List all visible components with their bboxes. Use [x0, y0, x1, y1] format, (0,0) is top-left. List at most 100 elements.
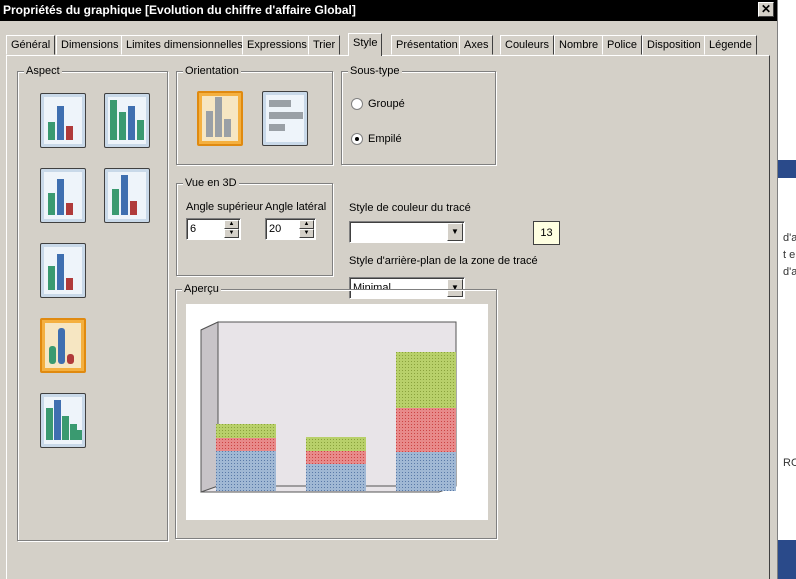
spin-down-icon[interactable]: ▼ [299, 229, 314, 238]
top-angle-spinner[interactable]: 6 ▲ ▼ [186, 218, 241, 240]
tab-label: Police [607, 39, 637, 51]
bar-icon-part [128, 106, 135, 140]
side-angle-value: 20 [269, 223, 282, 235]
bar-icon-part [206, 111, 213, 137]
subtype-group: Sous-type Groupé Empilé [341, 64, 496, 165]
view-3d-label: Vue en 3D [183, 176, 239, 190]
bar-segment [306, 451, 366, 464]
tab-colors[interactable]: Couleurs [500, 35, 555, 55]
grouped-radio[interactable] [351, 98, 363, 110]
tab-font[interactable]: Police [602, 35, 642, 55]
tab-label: Couleurs [505, 39, 550, 51]
chart-properties-dialog: Général Dimensions Limites dimensionnell… [0, 21, 777, 579]
bar-flat-alt-icon[interactable] [40, 168, 86, 223]
close-button[interactable]: ✕ [758, 2, 774, 17]
bar-icon-part [62, 416, 69, 440]
plot-color-style-label: Style de couleur du tracé [349, 202, 471, 214]
spin-up-icon[interactable]: ▲ [299, 220, 314, 229]
tab-label: Limites dimensionnelles [126, 39, 243, 51]
horizontal-bars-icon[interactable] [262, 91, 308, 146]
orientation-label: Orientation [183, 64, 241, 78]
tab-label: Légende [709, 39, 752, 51]
bar-icon-part [215, 97, 222, 137]
bar-3d-cluster-icon[interactable] [104, 93, 150, 148]
bar-icon-part [110, 100, 117, 140]
bar-icon-part [48, 122, 55, 140]
aspect-label: Aspect [24, 64, 62, 78]
tab-layout[interactable]: Disposition [642, 35, 706, 55]
tab-dimensions[interactable]: Dimensions [56, 35, 124, 55]
background-text: d'a [783, 266, 796, 278]
icon-frame [44, 247, 82, 294]
size-badge: 13 [533, 221, 560, 245]
background-text: d'a [783, 232, 796, 244]
icon-frame [108, 172, 146, 219]
tab-style[interactable]: Style [348, 33, 383, 56]
icon-frame [44, 172, 82, 219]
tab-label: Disposition [647, 39, 701, 51]
tab-label: Expressions [247, 39, 307, 51]
bar-flat-icon[interactable] [40, 93, 86, 148]
preview-label: Aperçu [182, 282, 221, 296]
side-angle-spinner[interactable]: 20 ▲ ▼ [265, 218, 316, 240]
bar-icon-part [58, 328, 65, 364]
bar-icon-part [66, 203, 73, 215]
view-3d-group: Vue en 3D Angle supérieur Angle latéral … [176, 176, 333, 276]
tab-label: Dimensions [61, 39, 119, 51]
icon-frame [45, 323, 81, 368]
bar-icon-part [57, 254, 64, 290]
tab-label: Général [11, 39, 51, 51]
spin-up-icon[interactable]: ▲ [224, 220, 239, 229]
window-title: Propriétés du graphique [Evolution du ch… [3, 3, 356, 17]
bar-icon-part [57, 179, 64, 215]
tab-dimension-limits[interactable]: Limites dimensionnelles [121, 35, 248, 55]
bar-segment [216, 424, 276, 438]
tab-number[interactable]: Nombre [554, 35, 604, 55]
bar-icon-part [269, 112, 303, 119]
icon-frame [44, 397, 82, 444]
bar-segment [216, 451, 276, 491]
icon-frame [44, 97, 82, 144]
bar-icon-part [54, 400, 61, 440]
background-footer-band [778, 540, 796, 579]
icon-frame [266, 95, 304, 142]
bar-icon-part [46, 408, 53, 440]
bar-cylinder-icon[interactable] [104, 168, 150, 223]
background-header-band [778, 160, 796, 178]
chevron-down-icon[interactable]: ▼ [447, 223, 463, 241]
bar-segment [396, 352, 456, 408]
bar-3d-stacked-icon[interactable] [40, 393, 86, 448]
bar-segment [396, 452, 456, 491]
tab-legend[interactable]: Légende [704, 35, 757, 55]
window-title-bar: Propriétés du graphique [Evolution du ch… [0, 0, 777, 21]
bar-icon-part [121, 175, 128, 215]
bar-icon-part [66, 126, 73, 140]
tab-presentation[interactable]: Présentation [391, 35, 463, 55]
bar-icon-part [70, 424, 77, 440]
plot-color-style-select[interactable]: ▼ [349, 221, 465, 243]
tab-expressions[interactable]: Expressions [242, 35, 312, 55]
icon-frame [108, 97, 146, 144]
tab-label: Axes [464, 39, 489, 51]
close-icon: ✕ [760, 2, 772, 16]
cylinder-3d-icon[interactable] [40, 318, 86, 373]
background-window-strip: d'a t en d'a ROD [777, 0, 796, 579]
tab-label: Nombre [559, 39, 599, 51]
top-angle-value: 6 [190, 223, 197, 235]
bar-icon-part [269, 124, 285, 131]
tab-label: Présentation [396, 39, 458, 51]
bar-3d-icon[interactable] [40, 243, 86, 298]
side-angle-label: Angle latéral [265, 201, 327, 213]
tab-general[interactable]: Général [6, 35, 56, 55]
vertical-bars-icon[interactable] [197, 91, 243, 146]
stacked-radio[interactable] [351, 133, 363, 145]
spin-down-icon[interactable]: ▼ [224, 229, 239, 238]
stacked-label: Empilé [368, 133, 402, 145]
bar-icon-part [137, 120, 144, 140]
bar-segment [306, 464, 366, 491]
tab-axes[interactable]: Axes [459, 35, 494, 55]
aspect-group: Aspect [17, 64, 168, 541]
tab-sort[interactable]: Trier [308, 35, 341, 55]
orientation-group: Orientation [176, 64, 333, 165]
chart-preview [186, 304, 488, 520]
